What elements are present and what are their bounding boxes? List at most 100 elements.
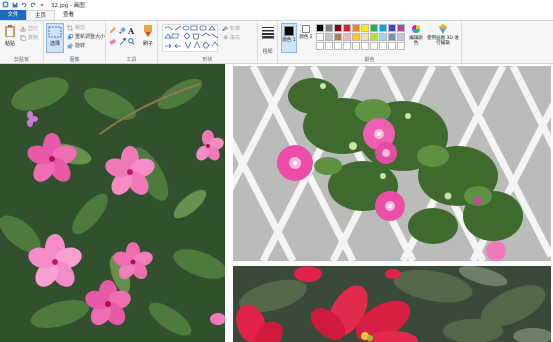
color-swatch[interactable] xyxy=(361,33,369,41)
color-swatch[interactable] xyxy=(388,24,396,32)
fill-icon xyxy=(223,34,228,40)
color-swatch[interactable] xyxy=(343,42,351,50)
color-swatch[interactable] xyxy=(397,42,405,50)
paint3d-button[interactable]: 使用画图 3D 进行编辑 xyxy=(426,24,460,46)
color-swatch[interactable] xyxy=(352,33,360,41)
magnifier-icon[interactable] xyxy=(128,38,135,45)
shapes-icons xyxy=(164,25,219,49)
select-button[interactable]: 选择 xyxy=(46,23,64,53)
color-swatch[interactable] xyxy=(316,33,324,41)
color-swatch[interactable] xyxy=(370,42,378,50)
color-swatch[interactable] xyxy=(334,42,342,50)
color-swatch[interactable] xyxy=(325,42,333,50)
color-swatch[interactable] xyxy=(325,24,333,32)
clipboard-group: 粘贴 剪切 复制 剪贴板 xyxy=(0,21,44,64)
tab-view[interactable]: 查看 xyxy=(55,10,82,20)
shapes-group: 轮廓 填充 形状 xyxy=(158,21,258,64)
size-group: 粗细 xyxy=(258,21,278,64)
shapes-gallery[interactable] xyxy=(162,24,219,52)
color-swatch[interactable] xyxy=(316,24,324,32)
redo-icon[interactable] xyxy=(30,2,36,8)
paste-icon xyxy=(5,25,15,37)
brushes-button[interactable]: 刷子 xyxy=(139,24,157,47)
color-swatch[interactable] xyxy=(343,33,351,41)
edit-colors-button[interactable]: 编辑颜色 xyxy=(408,24,424,46)
tab-file[interactable]: 文件 xyxy=(0,10,26,20)
color-swatch[interactable] xyxy=(361,24,369,32)
color-swatch[interactable] xyxy=(361,42,369,50)
color-swatch[interactable] xyxy=(379,42,387,50)
resize-button[interactable]: 重新调整大小 xyxy=(67,33,105,40)
outline-label: 轮廓 xyxy=(230,26,241,32)
cut-button[interactable]: 剪切 xyxy=(20,25,38,32)
undo-icon[interactable] xyxy=(21,2,27,8)
color-swatch[interactable] xyxy=(388,42,396,50)
image-group-label: 图像 xyxy=(69,57,80,63)
color-picker-icon[interactable] xyxy=(119,38,126,45)
color-wheel-icon xyxy=(412,25,420,33)
color-swatch[interactable] xyxy=(397,33,405,41)
photo-poinsettia xyxy=(233,266,551,342)
color-swatch[interactable] xyxy=(379,24,387,32)
resize-icon xyxy=(67,33,73,39)
fill-button[interactable]: 填充 xyxy=(222,34,240,41)
colors-group: 颜色 1 颜色 2 编辑颜色 使用画图 3D 进行编辑 颜色 xyxy=(278,21,462,64)
clipboard-group-label: 剪贴板 xyxy=(13,57,29,63)
paint3d-icon xyxy=(439,24,447,34)
color2-label: 颜色 2 xyxy=(299,35,313,40)
color1-button[interactable]: 颜色 1 xyxy=(281,23,297,53)
color-swatch[interactable] xyxy=(397,24,405,32)
eraser-icon[interactable] xyxy=(109,38,116,45)
color-swatch[interactable] xyxy=(352,24,360,32)
photo-periwinkle xyxy=(0,64,225,342)
rotate-label: 旋转 xyxy=(75,43,86,49)
select-label: 选择 xyxy=(49,41,60,47)
color-palette[interactable] xyxy=(316,24,405,50)
copy-button[interactable]: 复制 xyxy=(20,34,38,41)
save-icon[interactable] xyxy=(12,2,18,8)
drawing-canvas[interactable] xyxy=(0,64,553,342)
fill-bucket-icon[interactable] xyxy=(119,27,126,34)
trellis-image xyxy=(233,66,551,261)
brush-icon xyxy=(144,25,152,37)
paste-button[interactable]: 粘贴 xyxy=(2,24,18,47)
color-swatch[interactable] xyxy=(379,33,387,41)
color-swatch[interactable] xyxy=(343,24,351,32)
periwinkle-image xyxy=(0,64,225,342)
ribbon-tabs: 文件 主页 查看 xyxy=(0,9,553,20)
color-swatch[interactable] xyxy=(352,42,360,50)
tools-group-label: 工具 xyxy=(126,57,137,63)
colors-group-label: 颜色 xyxy=(364,57,375,63)
resize-label: 重新调整大小 xyxy=(75,34,106,40)
window-title: 32.jpg - 画图 xyxy=(51,2,85,9)
title-bar: 32.jpg - 画图 xyxy=(0,0,553,9)
paint3d-label: 使用画图 3D 进行编辑 xyxy=(427,36,459,46)
tab-home[interactable]: 主页 xyxy=(26,10,56,20)
rotate-button[interactable]: 旋转 xyxy=(67,42,85,49)
color-swatch[interactable] xyxy=(316,42,324,50)
color-swatch[interactable] xyxy=(370,33,378,41)
size-label: 粗细 xyxy=(262,49,273,55)
color2-button[interactable]: 颜色 2 xyxy=(299,24,313,40)
color2-swatch xyxy=(302,25,310,33)
color-swatch[interactable] xyxy=(388,33,396,41)
color-swatch[interactable] xyxy=(334,33,342,41)
color-swatch[interactable] xyxy=(334,24,342,32)
tools-group: A 刷子 工具 xyxy=(106,21,158,64)
image-group: 选择 裁剪 重新调整大小 旋转 图像 xyxy=(44,21,106,64)
outline-button[interactable]: 轮廓 xyxy=(222,25,240,32)
pencil-icon[interactable] xyxy=(109,27,116,34)
fill-label: 填充 xyxy=(230,35,241,41)
rotate-icon xyxy=(67,42,73,48)
copy-label: 复制 xyxy=(28,35,39,41)
line-size-icon[interactable] xyxy=(261,25,275,39)
color1-swatch xyxy=(284,26,294,36)
color-swatch[interactable] xyxy=(370,24,378,32)
outline-icon xyxy=(222,25,228,31)
dropdown-icon[interactable] xyxy=(39,2,45,8)
text-tool-icon[interactable]: A xyxy=(128,26,134,36)
cut-label: 剪切 xyxy=(28,26,39,32)
crop-button[interactable]: 裁剪 xyxy=(67,24,85,31)
paint-app-icon xyxy=(2,1,9,8)
color-swatch[interactable] xyxy=(325,33,333,41)
